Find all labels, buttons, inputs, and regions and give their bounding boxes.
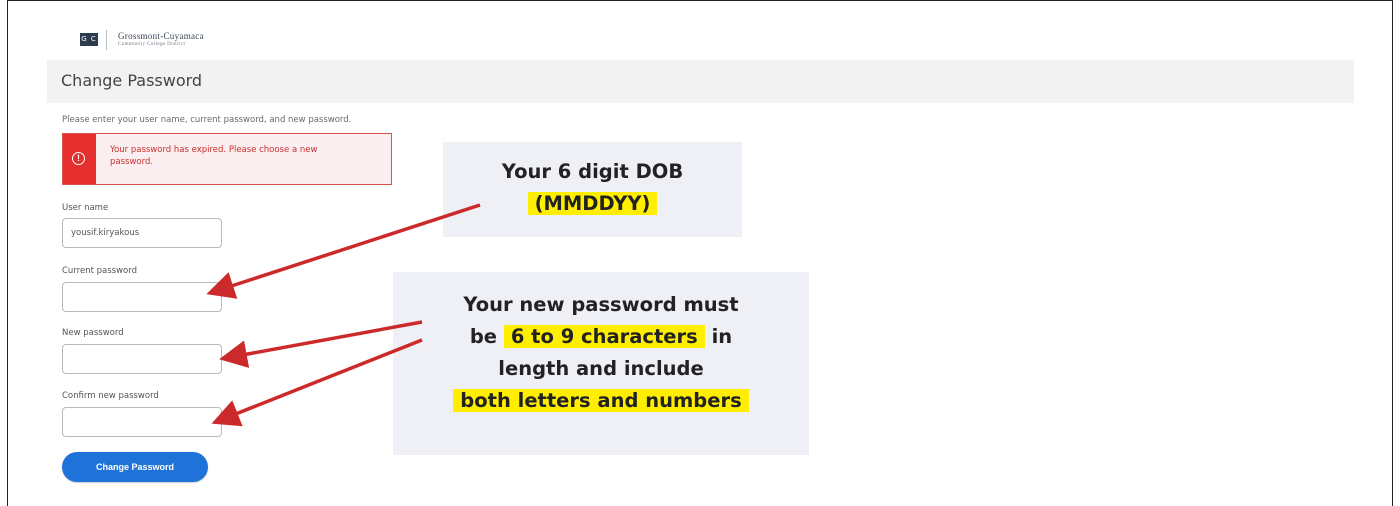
rules-line3: length and include <box>498 357 704 380</box>
new-password-label: New password <box>62 328 124 338</box>
rules-line2-suffix: in <box>711 325 733 348</box>
rules-length-highlight: 6 to 9 characters <box>503 325 705 348</box>
rules-composition-highlight: both letters and numbers <box>453 389 749 412</box>
logo-mark: G C <box>80 33 98 46</box>
logo-org-subtitle: Community College District <box>118 42 186 47</box>
dob-callout-line1: Your 6 digit DOB <box>501 160 684 183</box>
current-password-field[interactable] <box>62 282 222 312</box>
change-password-button[interactable]: Change Password <box>62 452 208 482</box>
rules-line2-prefix: be <box>469 325 498 348</box>
current-password-label: Current password <box>62 266 137 276</box>
rules-line1: Your new password must <box>463 293 739 316</box>
username-field[interactable]: yousif.kiryakous <box>62 218 222 248</box>
expired-password-alert: ! Your password has expired. Please choo… <box>62 133 392 185</box>
exclamation-circle-icon: ! <box>72 152 85 165</box>
title-bar: Change Password <box>47 60 1354 103</box>
page-title: Change Password <box>61 71 203 90</box>
alert-icon-container: ! <box>63 134 96 184</box>
confirm-password-label: Confirm new password <box>62 391 159 401</box>
dob-callout: Your 6 digit DOB (MMDDYY) <box>443 142 742 237</box>
username-label: User name <box>62 203 109 213</box>
confirm-password-field[interactable] <box>62 407 222 437</box>
alert-message: Your password has expired. Please choose… <box>110 145 318 167</box>
instructions-text: Please enter your user name, current pas… <box>62 115 352 125</box>
new-password-field[interactable] <box>62 344 222 374</box>
logo-divider <box>106 30 107 50</box>
logo-org-name: Grossmont-Cuyamaca <box>118 31 204 41</box>
password-rules-callout: Your new password must be 6 to 9 charact… <box>393 272 809 455</box>
dob-callout-highlight: (MMDDYY) <box>527 192 658 215</box>
